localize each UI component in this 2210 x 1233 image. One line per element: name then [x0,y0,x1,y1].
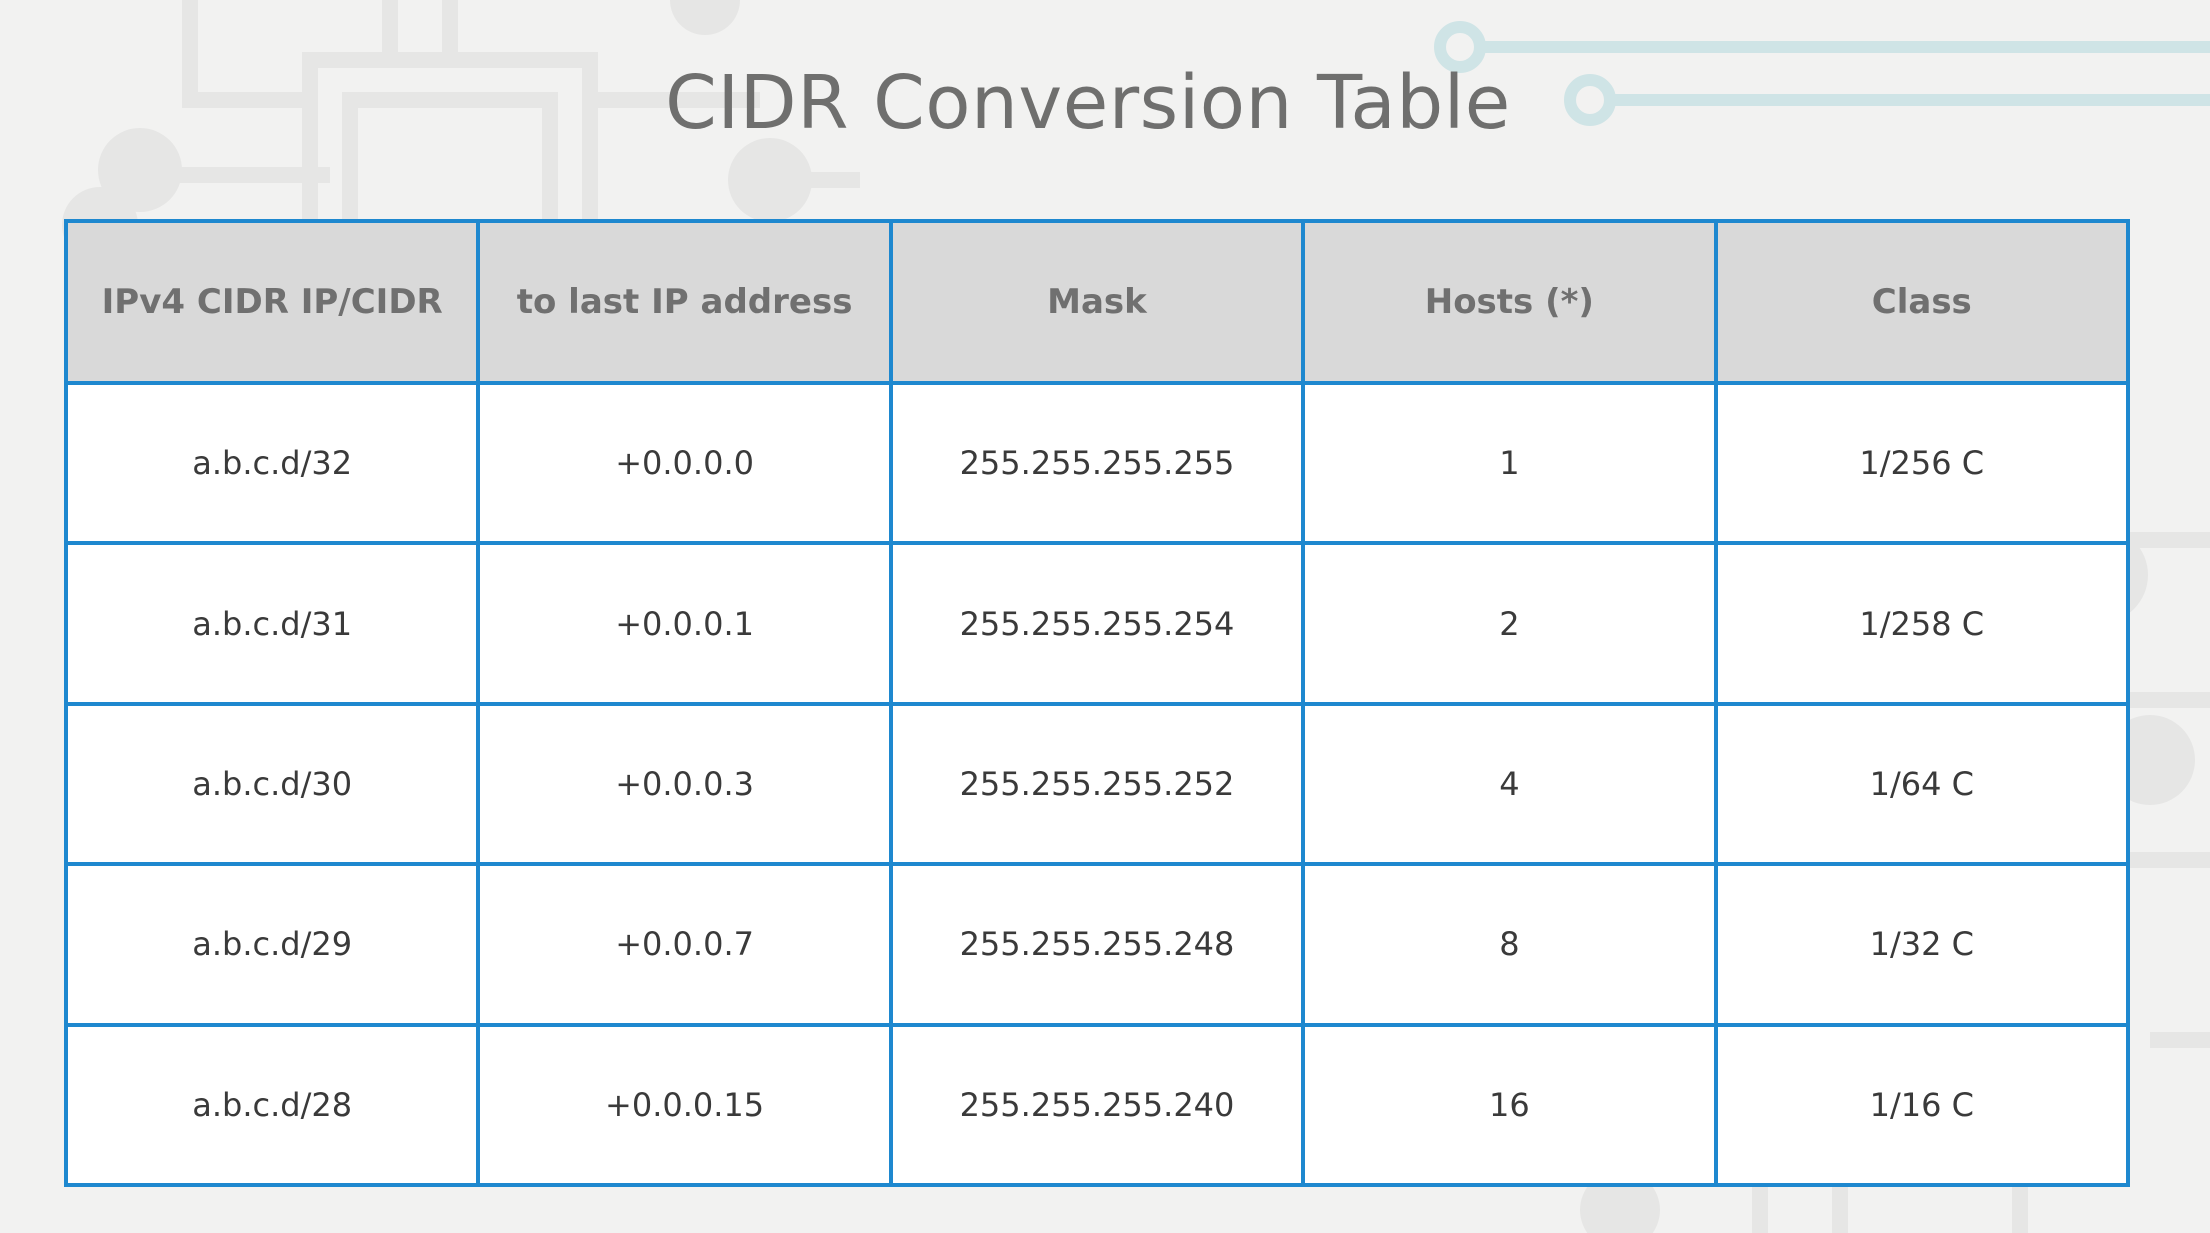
column-header-last-ip: to last IP address [476,219,893,385]
cell-last-ip: +0.0.0.1 [476,541,893,706]
cell-class: 1/32 C [1713,862,2131,1027]
cell-last-ip: +0.0.0.0 [476,380,893,546]
cell-mask: 255.255.255.252 [888,701,1306,867]
cell-last-ip: +0.0.0.7 [476,862,893,1027]
cell-hosts: 8 [1301,862,1718,1027]
cell-mask: 255.255.255.255 [888,380,1306,546]
cell-cidr: a.b.c.d/31 [63,541,481,706]
table-row: a.b.c.d/29 +0.0.0.7 255.255.255.248 8 1/… [63,862,2131,1027]
cell-class: 1/256 C [1713,380,2131,546]
cell-cidr: a.b.c.d/30 [63,701,481,867]
cell-class: 1/16 C [1713,1022,2131,1188]
cell-mask: 255.255.255.240 [888,1022,1306,1188]
cell-last-ip: +0.0.0.15 [476,1022,893,1188]
cell-hosts: 16 [1301,1022,1718,1188]
cell-hosts: 4 [1301,701,1718,867]
cell-class: 1/258 C [1713,541,2131,706]
column-header-hosts: Hosts (*) [1301,219,1718,385]
table-header-row: IPv4 CIDR IP/CIDR to last IP address Mas… [63,219,2131,385]
table-row: a.b.c.d/32 +0.0.0.0 255.255.255.255 1 1/… [63,380,2131,546]
cell-mask: 255.255.255.254 [888,541,1306,706]
cell-cidr: a.b.c.d/29 [63,862,481,1027]
cell-hosts: 2 [1301,541,1718,706]
cell-cidr: a.b.c.d/28 [63,1022,481,1188]
cell-last-ip: +0.0.0.3 [476,701,893,867]
page-title: CIDR Conversion Table [665,60,1511,146]
column-header-mask: Mask [888,219,1306,385]
cell-hosts: 1 [1301,380,1718,546]
cell-mask: 255.255.255.248 [888,862,1306,1027]
cidr-table-container: IPv4 CIDR IP/CIDR to last IP address Mas… [63,219,2131,1188]
cell-cidr: a.b.c.d/32 [63,380,481,546]
table-row: a.b.c.d/30 +0.0.0.3 255.255.255.252 4 1/… [63,701,2131,867]
cell-class: 1/64 C [1713,701,2131,867]
cidr-conversion-table: IPv4 CIDR IP/CIDR to last IP address Mas… [63,219,2131,1188]
column-header-cidr: IPv4 CIDR IP/CIDR [63,219,481,385]
table-row: a.b.c.d/31 +0.0.0.1 255.255.255.254 2 1/… [63,541,2131,706]
table-row: a.b.c.d/28 +0.0.0.15 255.255.255.240 16 … [63,1022,2131,1188]
column-header-class: Class [1713,219,2131,385]
